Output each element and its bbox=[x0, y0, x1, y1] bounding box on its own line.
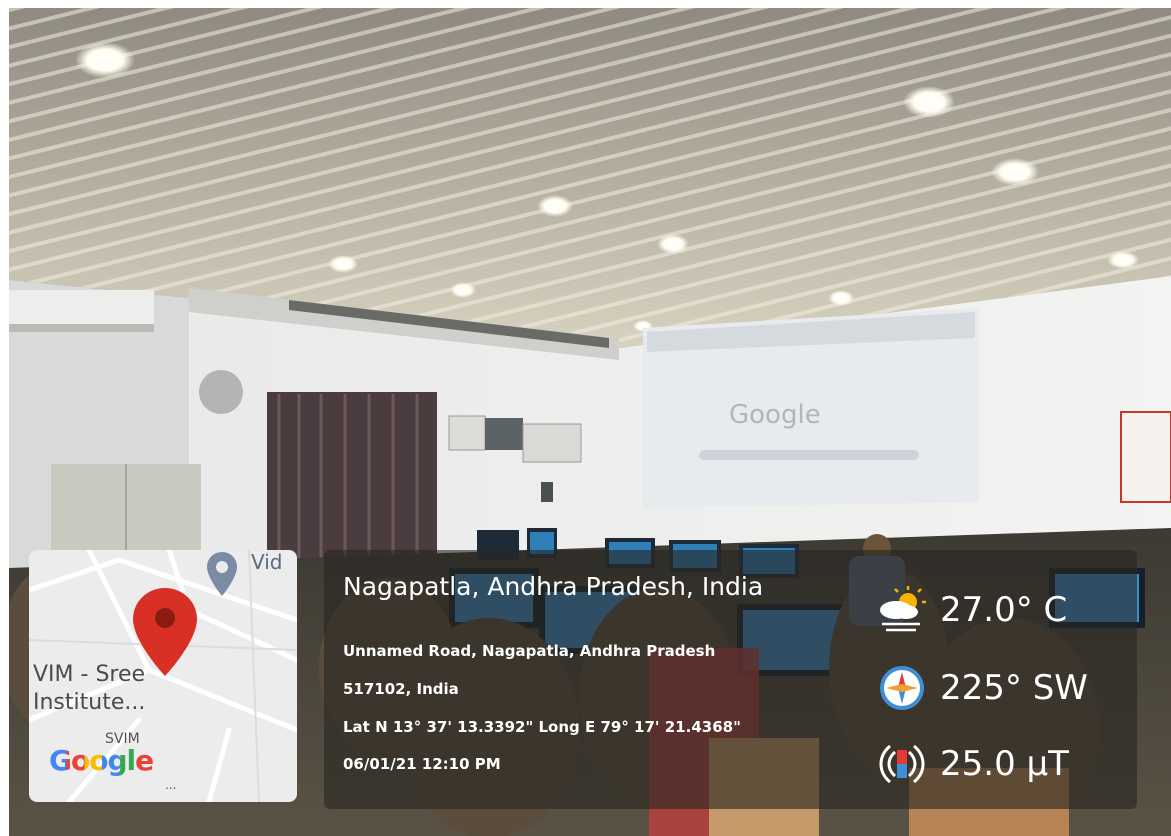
map-thumbnail[interactable]: Vid VIM - Sree Institute... SVIM Google … bbox=[29, 550, 297, 802]
projector-screen-google-logo: Google bbox=[729, 400, 821, 430]
compass-icon bbox=[880, 666, 924, 710]
temperature-value: 27.0° C bbox=[940, 590, 1068, 630]
map-poi-label: Vid bbox=[251, 550, 283, 574]
map-place-label-line-1: VIM - Sree bbox=[33, 662, 146, 687]
google-logo: Google bbox=[49, 744, 154, 777]
address-line-1: Unnamed Road, Nagapatla, Andhra Pradesh bbox=[343, 642, 716, 660]
magnetic-field-value: 25.0 µT bbox=[940, 744, 1069, 784]
magnetometer-icon bbox=[879, 744, 925, 784]
location-title: Nagapatla, Andhra Pradesh, India bbox=[343, 572, 764, 601]
poi-pin-icon bbox=[207, 552, 237, 596]
wind-direction-value: 225° SW bbox=[940, 668, 1088, 708]
location-info-card: Nagapatla, Andhra Pradesh, India Unnamed… bbox=[324, 550, 1137, 809]
datetime: 06/01/21 12:10 PM bbox=[343, 755, 501, 773]
address-line-2: 517102, India bbox=[343, 680, 459, 698]
weather-partly-cloudy-icon bbox=[880, 586, 926, 632]
map-ellipsis: ... bbox=[165, 778, 177, 792]
coordinates: Lat N 13° 37' 13.3392" Long E 79° 17' 21… bbox=[343, 718, 741, 736]
map-place-label-line-2: Institute... bbox=[33, 690, 146, 715]
